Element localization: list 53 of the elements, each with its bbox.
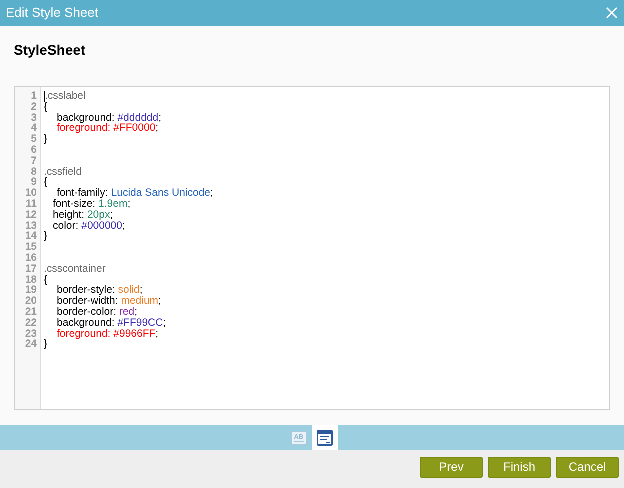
line-number: 14 [25,231,37,242]
code-line: border-color: red; [57,306,138,318]
code-line: color: #000000; [53,220,126,232]
code-editor[interactable] [14,86,610,410]
line-number: 6 [31,144,37,156]
line-number: 16 [25,252,37,264]
line-number: 8 [31,166,37,178]
line-number: 17 [25,264,37,275]
code-line: .csslabel [44,91,86,102]
close-icon[interactable] [604,5,620,21]
code-line: .cssfield [44,166,82,178]
dialog-button[interactable]: Prev [420,456,483,478]
code-line: } [44,231,48,242]
line-number: 1 [31,91,37,102]
line-number: 21 [25,306,37,318]
code-line: { [44,177,48,188]
code-line: } [44,339,48,350]
line-number: 20 [25,296,37,307]
view-tab[interactable] [312,425,338,450]
code-line: foreground: #9966FF; [57,328,159,340]
line-number: 3 [31,112,37,124]
line-number: 9 [31,177,37,188]
line-number: 4 [31,123,37,134]
code-line: } [44,134,48,145]
code-line: height: 20px; [53,210,114,221]
line-number: 2 [31,102,37,113]
line-number: 19 [25,285,37,296]
line-number: 10 [25,188,37,199]
code-line: border-style: solid; [57,285,143,296]
line-number: 22 [25,318,37,329]
code-line: { [44,274,48,286]
code-line: font-size: 1.9em; [53,198,131,210]
section-heading: StyleSheet [14,42,86,58]
line-number: 23 [25,328,37,340]
window-title: Edit Style Sheet [6,4,98,22]
form-layout-icon [317,430,333,446]
dialog-button[interactable]: Cancel [556,456,619,478]
code-line: .csscontainer [44,264,106,275]
code-line: border-width: medium; [57,296,162,307]
line-number: 7 [31,156,37,167]
line-number: 18 [25,274,37,286]
code-line: background: #FF99CC; [57,318,166,329]
code-line: font-family: Lucida Sans Unicode; [57,188,214,199]
code-line: foreground: #FF0000; [57,123,159,134]
line-number: 5 [31,134,37,145]
code-line: background: #dddddd; [57,112,162,124]
line-number: 15 [25,242,37,253]
line-number: 11 [26,198,37,210]
line-number: 24 [25,339,37,350]
line-number: 13 [25,220,37,232]
code-line: { [44,102,48,113]
dialog-button[interactable]: Finish [488,456,551,478]
line-number: 12 [25,210,37,221]
